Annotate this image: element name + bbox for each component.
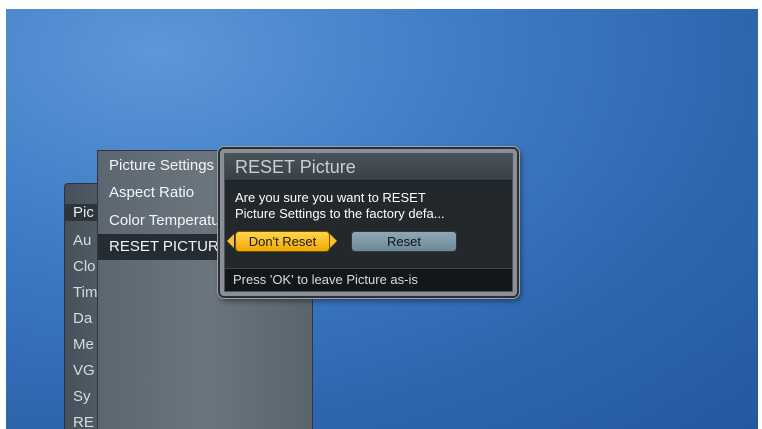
dialog-message: Are you sure you want to RESET Picture S…	[235, 190, 504, 222]
right-arrow-icon	[330, 234, 337, 248]
dialog-message-line: Picture Settings to the factory defa...	[235, 206, 445, 221]
left-arrow-icon	[227, 234, 234, 248]
reset-button[interactable]: Reset	[351, 231, 457, 252]
reset-picture-dialog: RESET Picture Are you sure you want to R…	[218, 147, 519, 298]
dialog-title: RESET Picture	[225, 154, 512, 181]
dialog-hint: Press 'OK' to leave Picture as-is	[225, 268, 512, 291]
dialog-message-line: Are you sure you want to RESET	[235, 190, 426, 205]
tv-screen: Pic Au Clo Tim Da Me VG Sy RE Picture Se…	[6, 9, 758, 429]
dialog-panel: RESET Picture Are you sure you want to R…	[224, 153, 513, 292]
dont-reset-button[interactable]: Don't Reset	[235, 231, 330, 252]
